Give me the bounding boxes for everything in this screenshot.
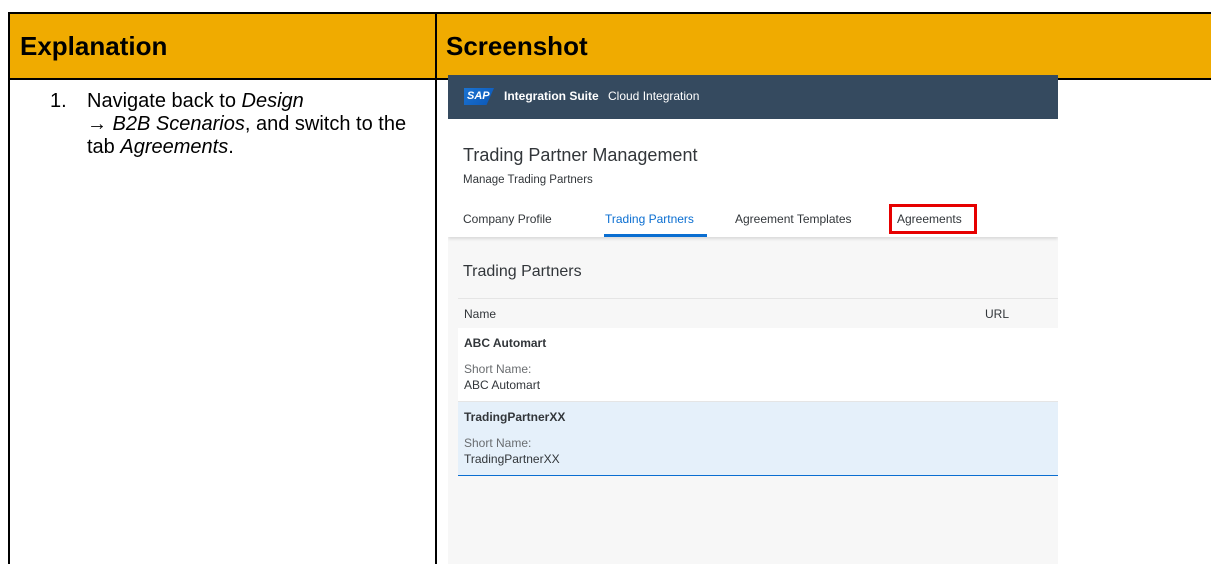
- tab-trading-partners[interactable]: Trading Partners: [605, 212, 694, 226]
- table-left-border: [8, 12, 10, 564]
- header-explanation: Explanation: [20, 31, 168, 61]
- tab-company-profile[interactable]: Company Profile: [463, 212, 552, 226]
- table-column-divider: [435, 12, 437, 564]
- column-name[interactable]: Name: [464, 307, 496, 321]
- step-text-a: Navigate back to: [87, 90, 242, 112]
- step-text-design: Design: [241, 90, 304, 112]
- embedded-screenshot: SAP Integration Suite Cloud Integration …: [448, 75, 1058, 564]
- step-text: Navigate back to Design → B2B Scenarios,…: [87, 90, 417, 159]
- partner-name: TradingPartnerXX: [464, 410, 566, 424]
- table-row[interactable]: ABC Automart Short Name: ABC Automart: [458, 328, 1058, 402]
- agreements-highlight-box: [889, 204, 977, 234]
- short-name-value: ABC Automart: [464, 378, 541, 392]
- active-tab-indicator: [604, 234, 707, 237]
- sap-logo[interactable]: SAP: [464, 88, 494, 105]
- step-text-agreements: Agreements: [120, 136, 229, 158]
- short-name-label: Short Name:: [464, 436, 532, 450]
- short-name-label: Short Name:: [464, 362, 532, 376]
- shell-bar: SAP Integration Suite Cloud Integration: [448, 75, 1058, 119]
- column-url[interactable]: URL: [985, 307, 1009, 321]
- short-name-value: TradingPartnerXX: [464, 452, 560, 466]
- shell-product-title: Integration Suite: [504, 89, 599, 103]
- table-row-selected[interactable]: TradingPartnerXX Short Name: TradingPart…: [458, 402, 1058, 476]
- header-screenshot: Screenshot: [446, 31, 588, 61]
- page-subtitle: Manage Trading Partners: [463, 174, 593, 186]
- step-text-b2b: → B2B Scenarios: [87, 113, 245, 135]
- table-column-header: Name URL: [458, 298, 1058, 330]
- partner-name: ABC Automart: [464, 336, 547, 350]
- section-title: Trading Partners: [463, 263, 582, 280]
- page-header: Trading Partner Management Manage Tradin…: [448, 119, 1058, 237]
- page-title: Trading Partner Management: [463, 145, 698, 165]
- step-number: 1.: [50, 90, 67, 112]
- step-text-period: .: [228, 136, 234, 158]
- tab-bar: Company Profile Trading Partners Agreeme…: [448, 201, 1058, 237]
- shell-app-title: Cloud Integration: [608, 89, 700, 103]
- tab-agreement-templates[interactable]: Agreement Templates: [735, 212, 852, 226]
- table-header-row: Explanation Screenshot: [10, 12, 1211, 80]
